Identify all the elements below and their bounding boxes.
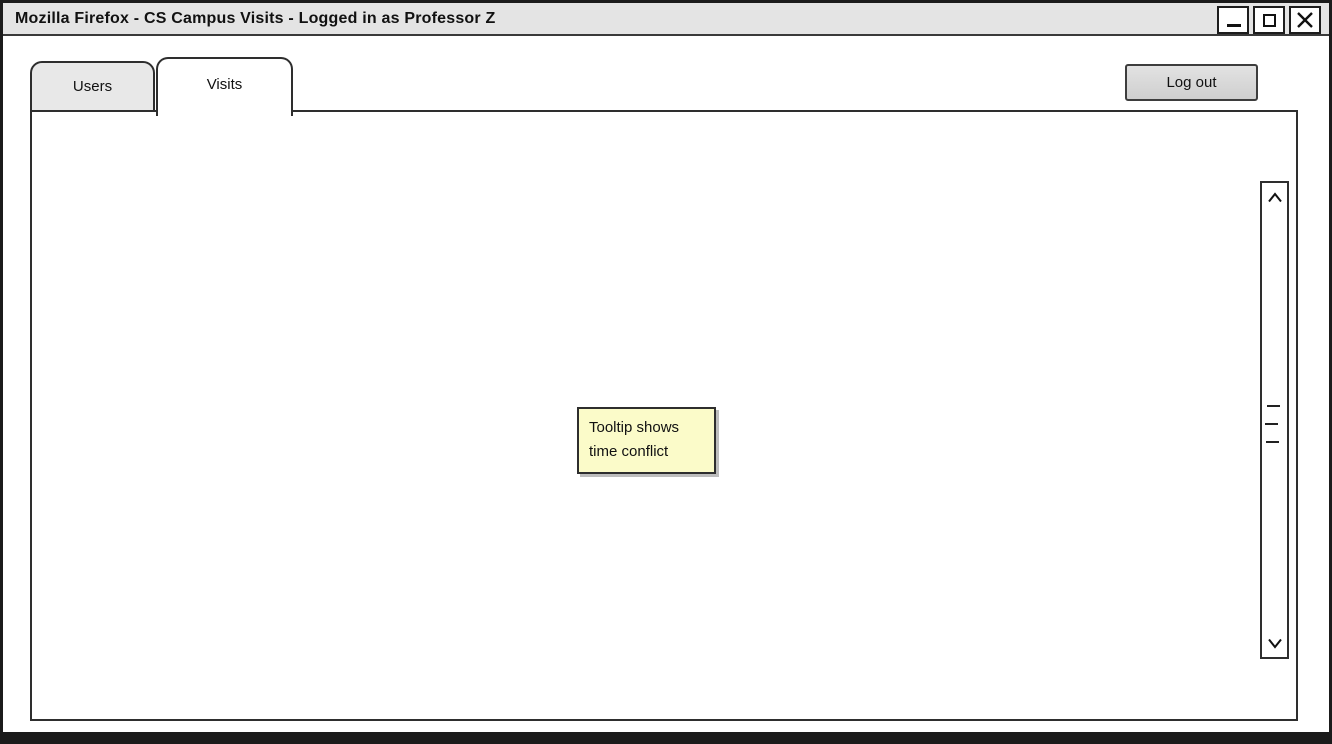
titlebar[interactable]: Mozilla Firefox - CS Campus Visits - Log…	[3, 3, 1329, 36]
chevron-down-icon	[1267, 638, 1283, 649]
close-icon	[1296, 11, 1314, 29]
tab-users-label: Users	[73, 78, 112, 95]
scrollbar-grip-icon[interactable]	[1265, 423, 1278, 425]
time-conflict-tooltip: Tooltip shows time conflict	[577, 407, 716, 474]
scroll-up-button[interactable]	[1262, 185, 1287, 209]
window-title: Mozilla Firefox - CS Campus Visits - Log…	[15, 3, 495, 34]
chevron-up-icon	[1267, 192, 1283, 203]
minimize-button[interactable]	[1217, 6, 1249, 34]
maximize-button[interactable]	[1253, 6, 1285, 34]
tab-visits[interactable]: Visits	[156, 57, 293, 116]
table-scrollbar[interactable]	[1260, 181, 1289, 659]
tooltip-line-1: Tooltip shows	[589, 416, 714, 440]
logout-button[interactable]: Log out	[1125, 64, 1258, 101]
maximize-icon	[1263, 14, 1276, 27]
browser-window: Mozilla Firefox - CS Campus Visits - Log…	[0, 0, 1332, 744]
window-bottom-edge	[3, 732, 1329, 741]
scroll-down-button[interactable]	[1262, 631, 1287, 655]
close-button[interactable]	[1289, 6, 1321, 34]
tab-users[interactable]: Users	[30, 61, 155, 112]
scrollbar-grip-icon[interactable]	[1267, 405, 1280, 407]
tab-visits-label: Visits	[207, 76, 243, 93]
scrollbar-grip-icon[interactable]	[1266, 441, 1279, 443]
tooltip-line-2: time conflict	[589, 440, 714, 464]
window-controls	[1217, 6, 1321, 34]
minimize-icon	[1227, 24, 1241, 27]
